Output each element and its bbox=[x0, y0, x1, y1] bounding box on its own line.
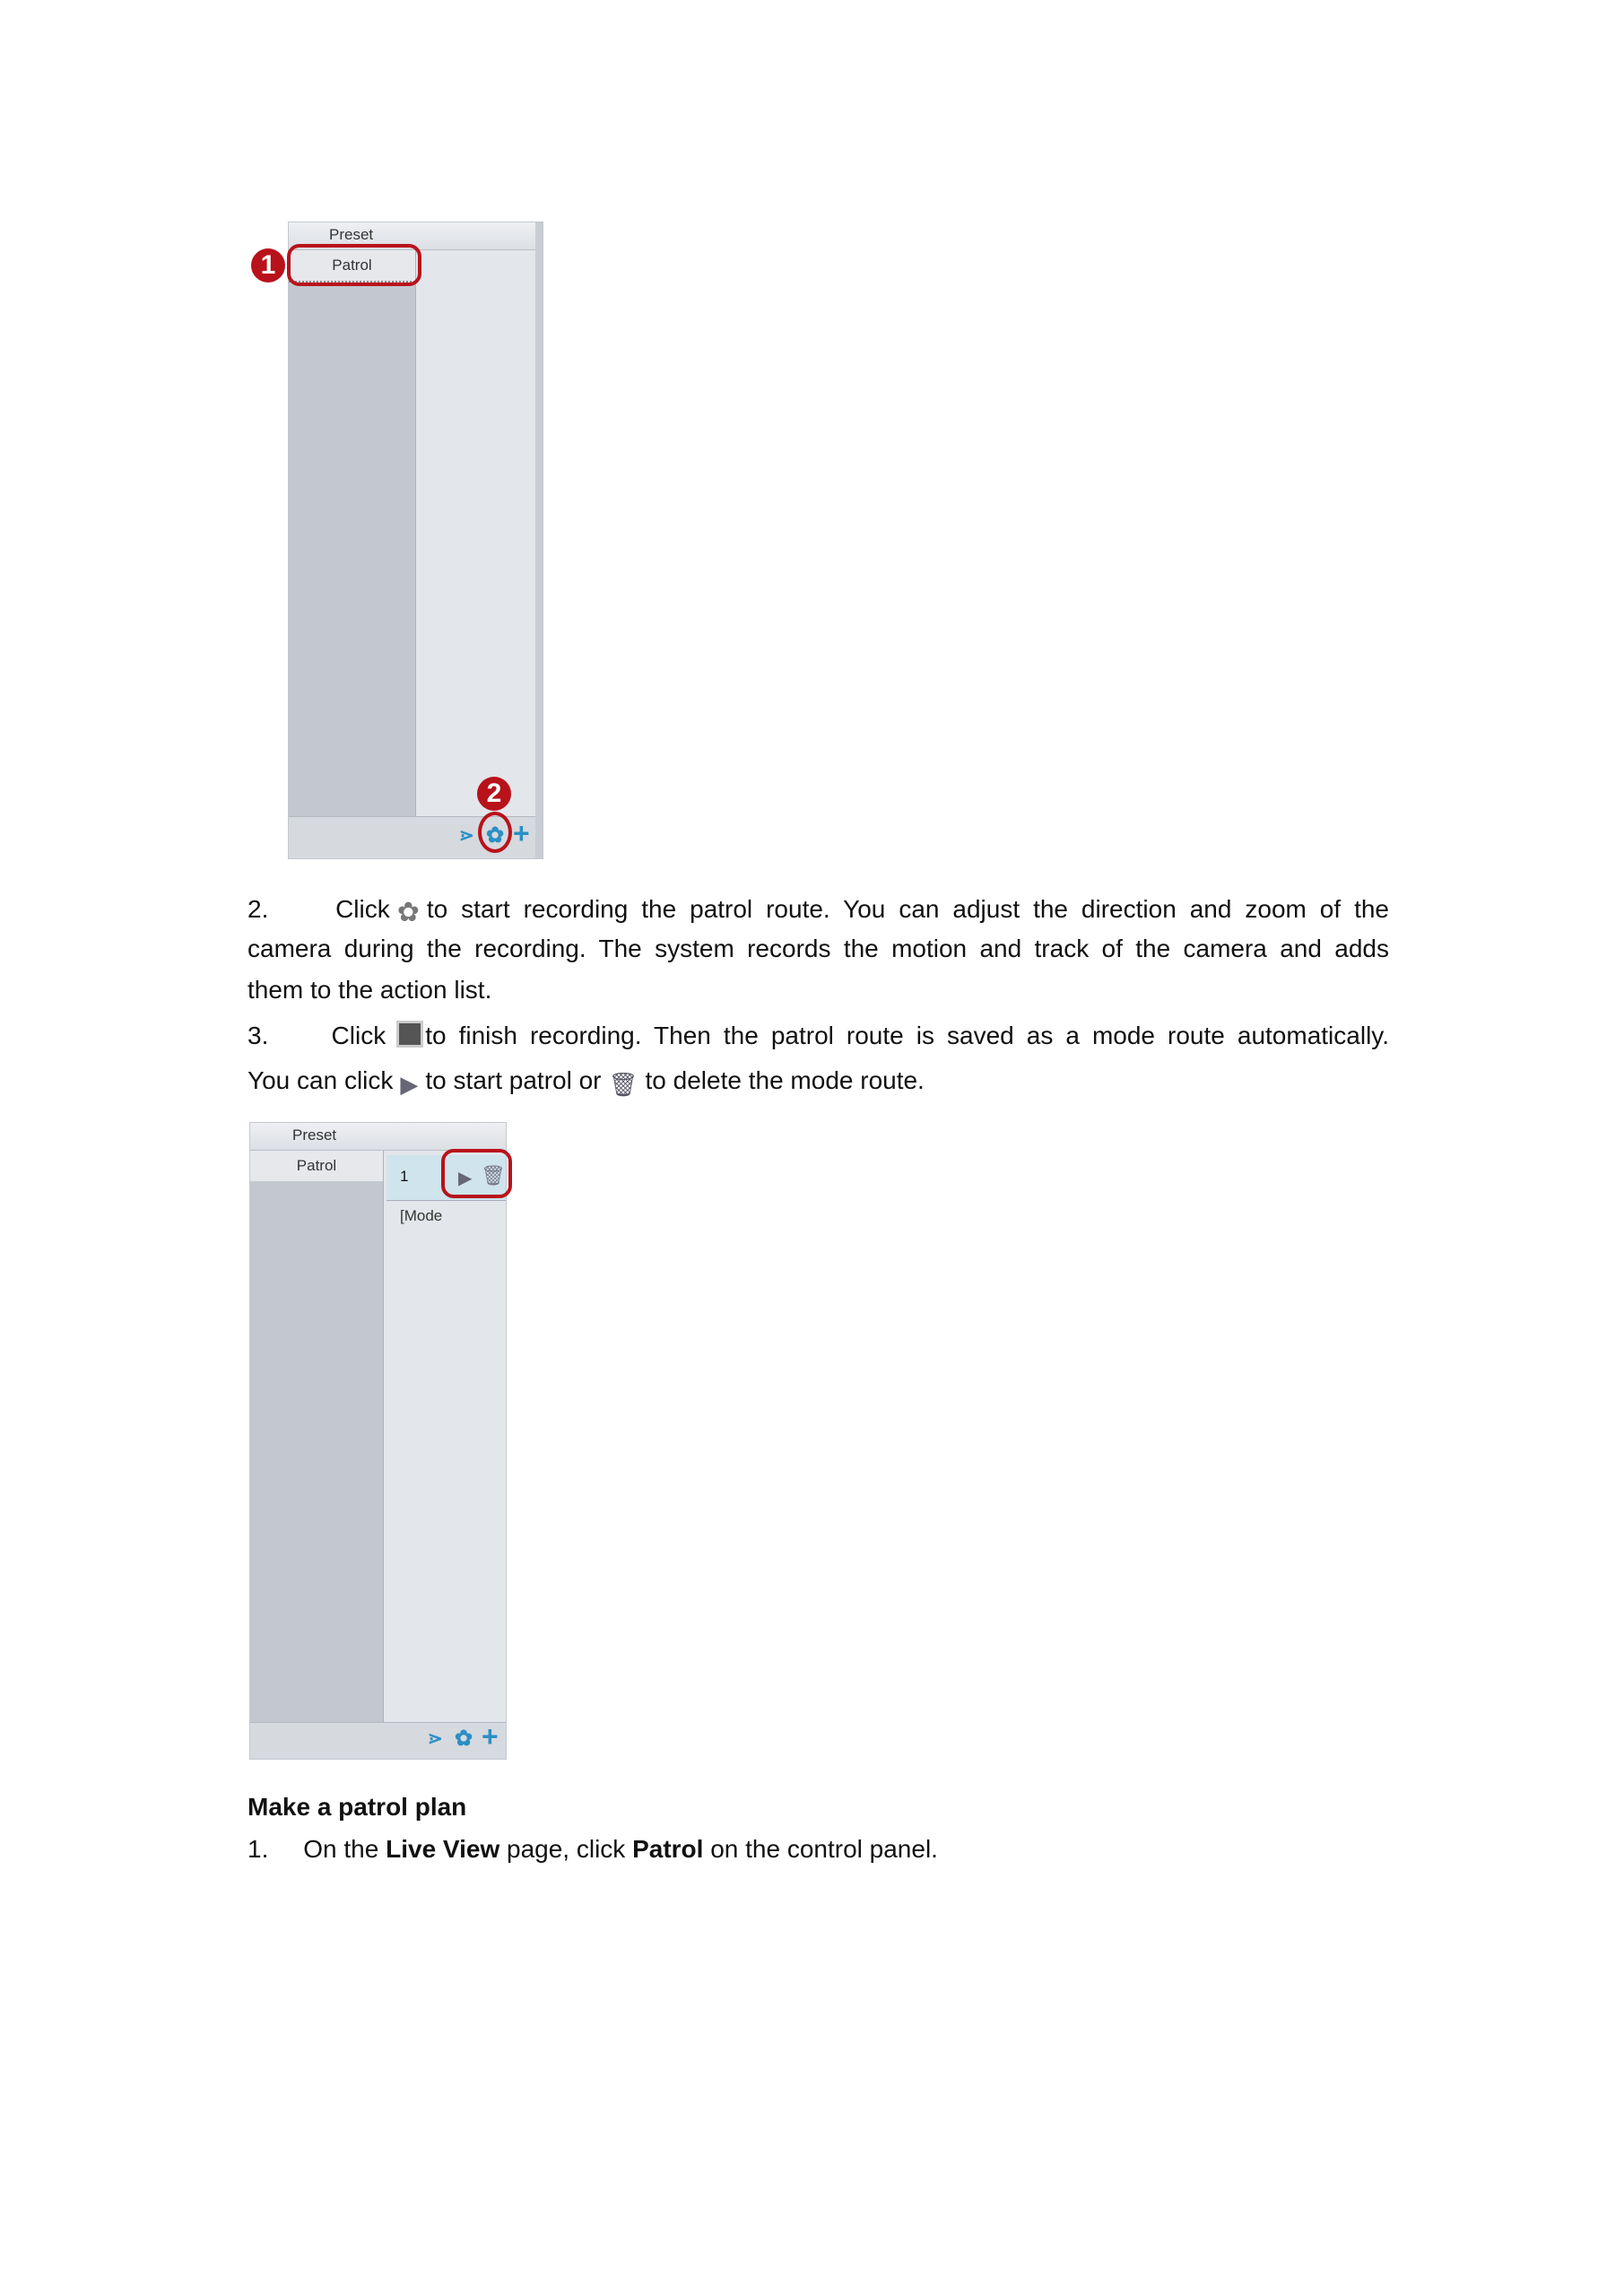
route-type: [Mode bbox=[400, 1207, 443, 1224]
preset-tab[interactable]: Preset bbox=[292, 1126, 336, 1144]
step-badge-1: 1 bbox=[251, 248, 285, 283]
step1-line: 1. On the Live View page, click Patrol o… bbox=[248, 1835, 938, 1863]
branch-icon[interactable]: ⋗ bbox=[459, 824, 474, 847]
step2-line1: 2. Click ✿ to start recording the patrol r… bbox=[248, 895, 1389, 927]
record-icon[interactable]: ✿ bbox=[455, 1726, 473, 1752]
step2-line3: them to the action list. bbox=[248, 976, 492, 1004]
record-icon: ✿ bbox=[396, 898, 420, 927]
step3-line1: 3. Click to finish recording. Then the pa… bbox=[248, 1021, 1389, 1049]
step-badge-2: 2 bbox=[477, 777, 511, 811]
patrol-panel-screenshot-2: Preset Patrol 1 ▶ 🗑 [Mode ⋗ ✿ + bbox=[249, 1122, 507, 1760]
highlight-route-actions bbox=[441, 1149, 512, 1198]
document-page: Preset Patrol ⋗ ✿ + 1 2 2. Click ✿ to star… bbox=[0, 0, 1624, 2296]
step3-line2: You can click ▶ to start patrol or 🗑 to dele… bbox=[248, 1066, 925, 1098]
patrol-panel-screenshot-1: Preset Patrol ⋗ ✿ + bbox=[288, 222, 543, 859]
highlight-patrol bbox=[287, 244, 421, 286]
trash-icon: 🗑 bbox=[608, 1071, 638, 1098]
preset-tab[interactable]: Preset bbox=[329, 226, 373, 244]
add-icon[interactable]: + bbox=[482, 1720, 499, 1753]
step2-line2: camera during the recording. The system … bbox=[248, 935, 1389, 962]
add-icon[interactable]: + bbox=[513, 817, 530, 850]
section-heading: Make a patrol plan bbox=[248, 1793, 467, 1821]
play-icon: ▶ bbox=[400, 1071, 419, 1098]
stop-icon bbox=[396, 1021, 424, 1048]
highlight-record bbox=[478, 812, 512, 853]
branch-icon[interactable]: ⋗ bbox=[428, 1727, 443, 1750]
patrol-tab[interactable]: Patrol bbox=[250, 1151, 383, 1181]
